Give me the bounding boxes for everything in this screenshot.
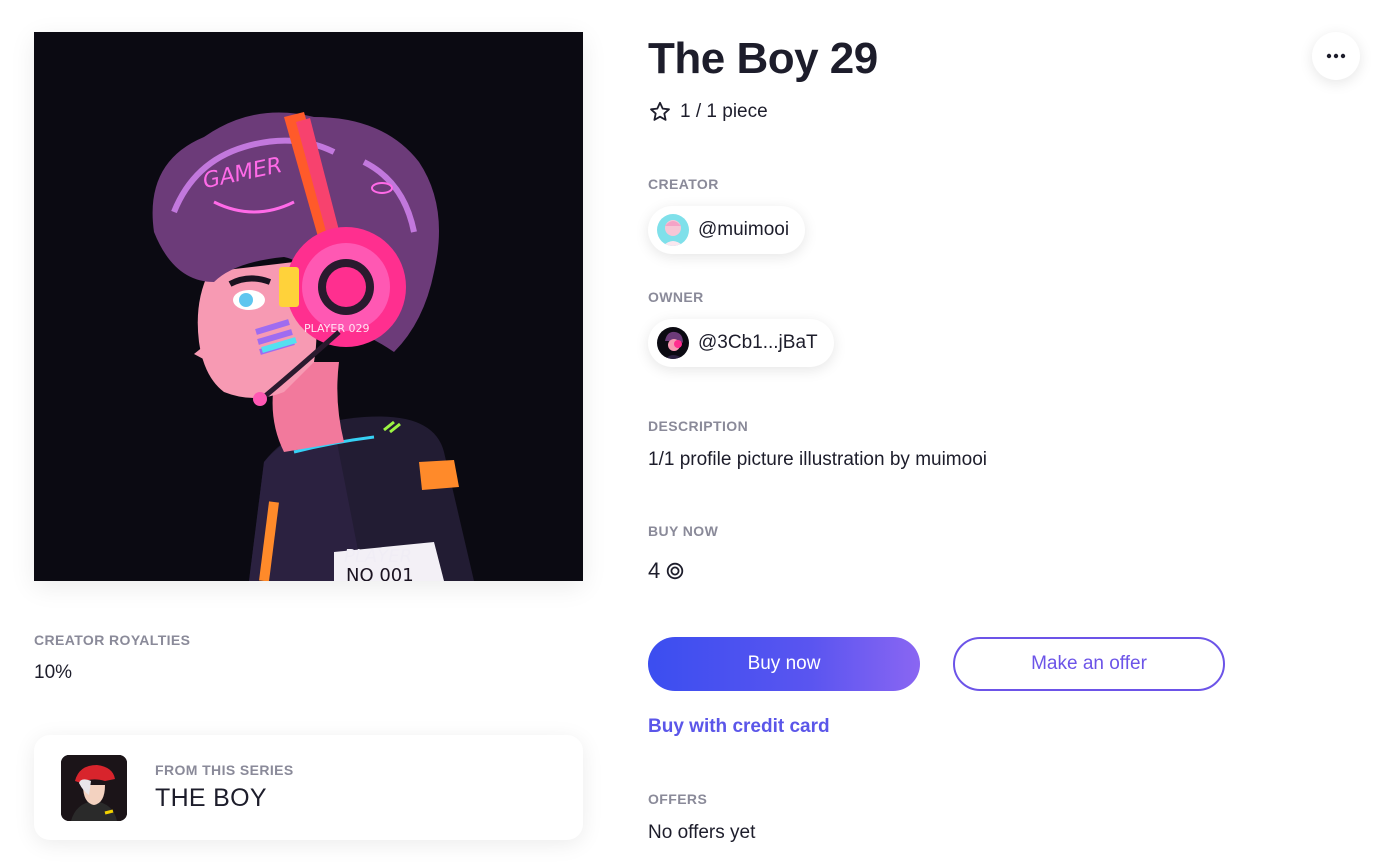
series-name: THE BOY	[155, 784, 267, 812]
artwork-image[interactable]: GAMER PLAYER 029 PLAYER NO 001	[34, 32, 583, 581]
creator-profile-link[interactable]: @muimooi	[648, 206, 806, 254]
creator-handle: @muimooi	[698, 219, 790, 240]
creator-royalties-label: CREATOR ROYALTIES	[34, 632, 191, 648]
make-offer-button[interactable]: Make an offer	[953, 637, 1225, 691]
nft-title: The Boy 29	[648, 34, 878, 83]
price: 4	[648, 558, 684, 584]
offers-empty-text: No offers yet	[648, 822, 756, 843]
jacket-text: PLAYER	[344, 546, 412, 567]
tag-text: NO 001	[346, 565, 414, 581]
price-value: 4	[648, 558, 661, 583]
buy-now-label: BUY NOW	[648, 523, 719, 539]
buy-with-credit-card-link[interactable]: Buy with credit card	[648, 716, 830, 738]
creator-label: CREATOR	[648, 176, 719, 192]
edition-info: 1 / 1 piece	[648, 100, 768, 124]
owner-label: OWNER	[648, 289, 704, 305]
owner-profile-link[interactable]: @3Cb1...jBaT	[648, 319, 834, 367]
creator-royalties-value: 10%	[34, 662, 73, 683]
owner-handle: @3Cb1...jBaT	[698, 332, 818, 353]
description-text: 1/1 profile picture illustration by muim…	[648, 449, 987, 470]
buy-now-button[interactable]: Buy now	[648, 637, 920, 691]
series-label: FROM THIS SERIES	[155, 762, 294, 778]
offers-label: OFFERS	[648, 791, 708, 807]
tezos-icon	[667, 562, 684, 580]
creator-avatar	[657, 214, 689, 246]
series-thumbnail	[61, 754, 127, 821]
description-label: DESCRIPTION	[648, 418, 749, 434]
star-icon	[650, 101, 670, 121]
more-options-button[interactable]	[1312, 32, 1360, 80]
ellipsis-icon	[1326, 53, 1346, 59]
series-card[interactable]: FROM THIS SERIES THE BOY	[34, 735, 583, 840]
edition-text: 1 / 1 piece	[680, 101, 768, 122]
owner-avatar	[657, 327, 689, 359]
